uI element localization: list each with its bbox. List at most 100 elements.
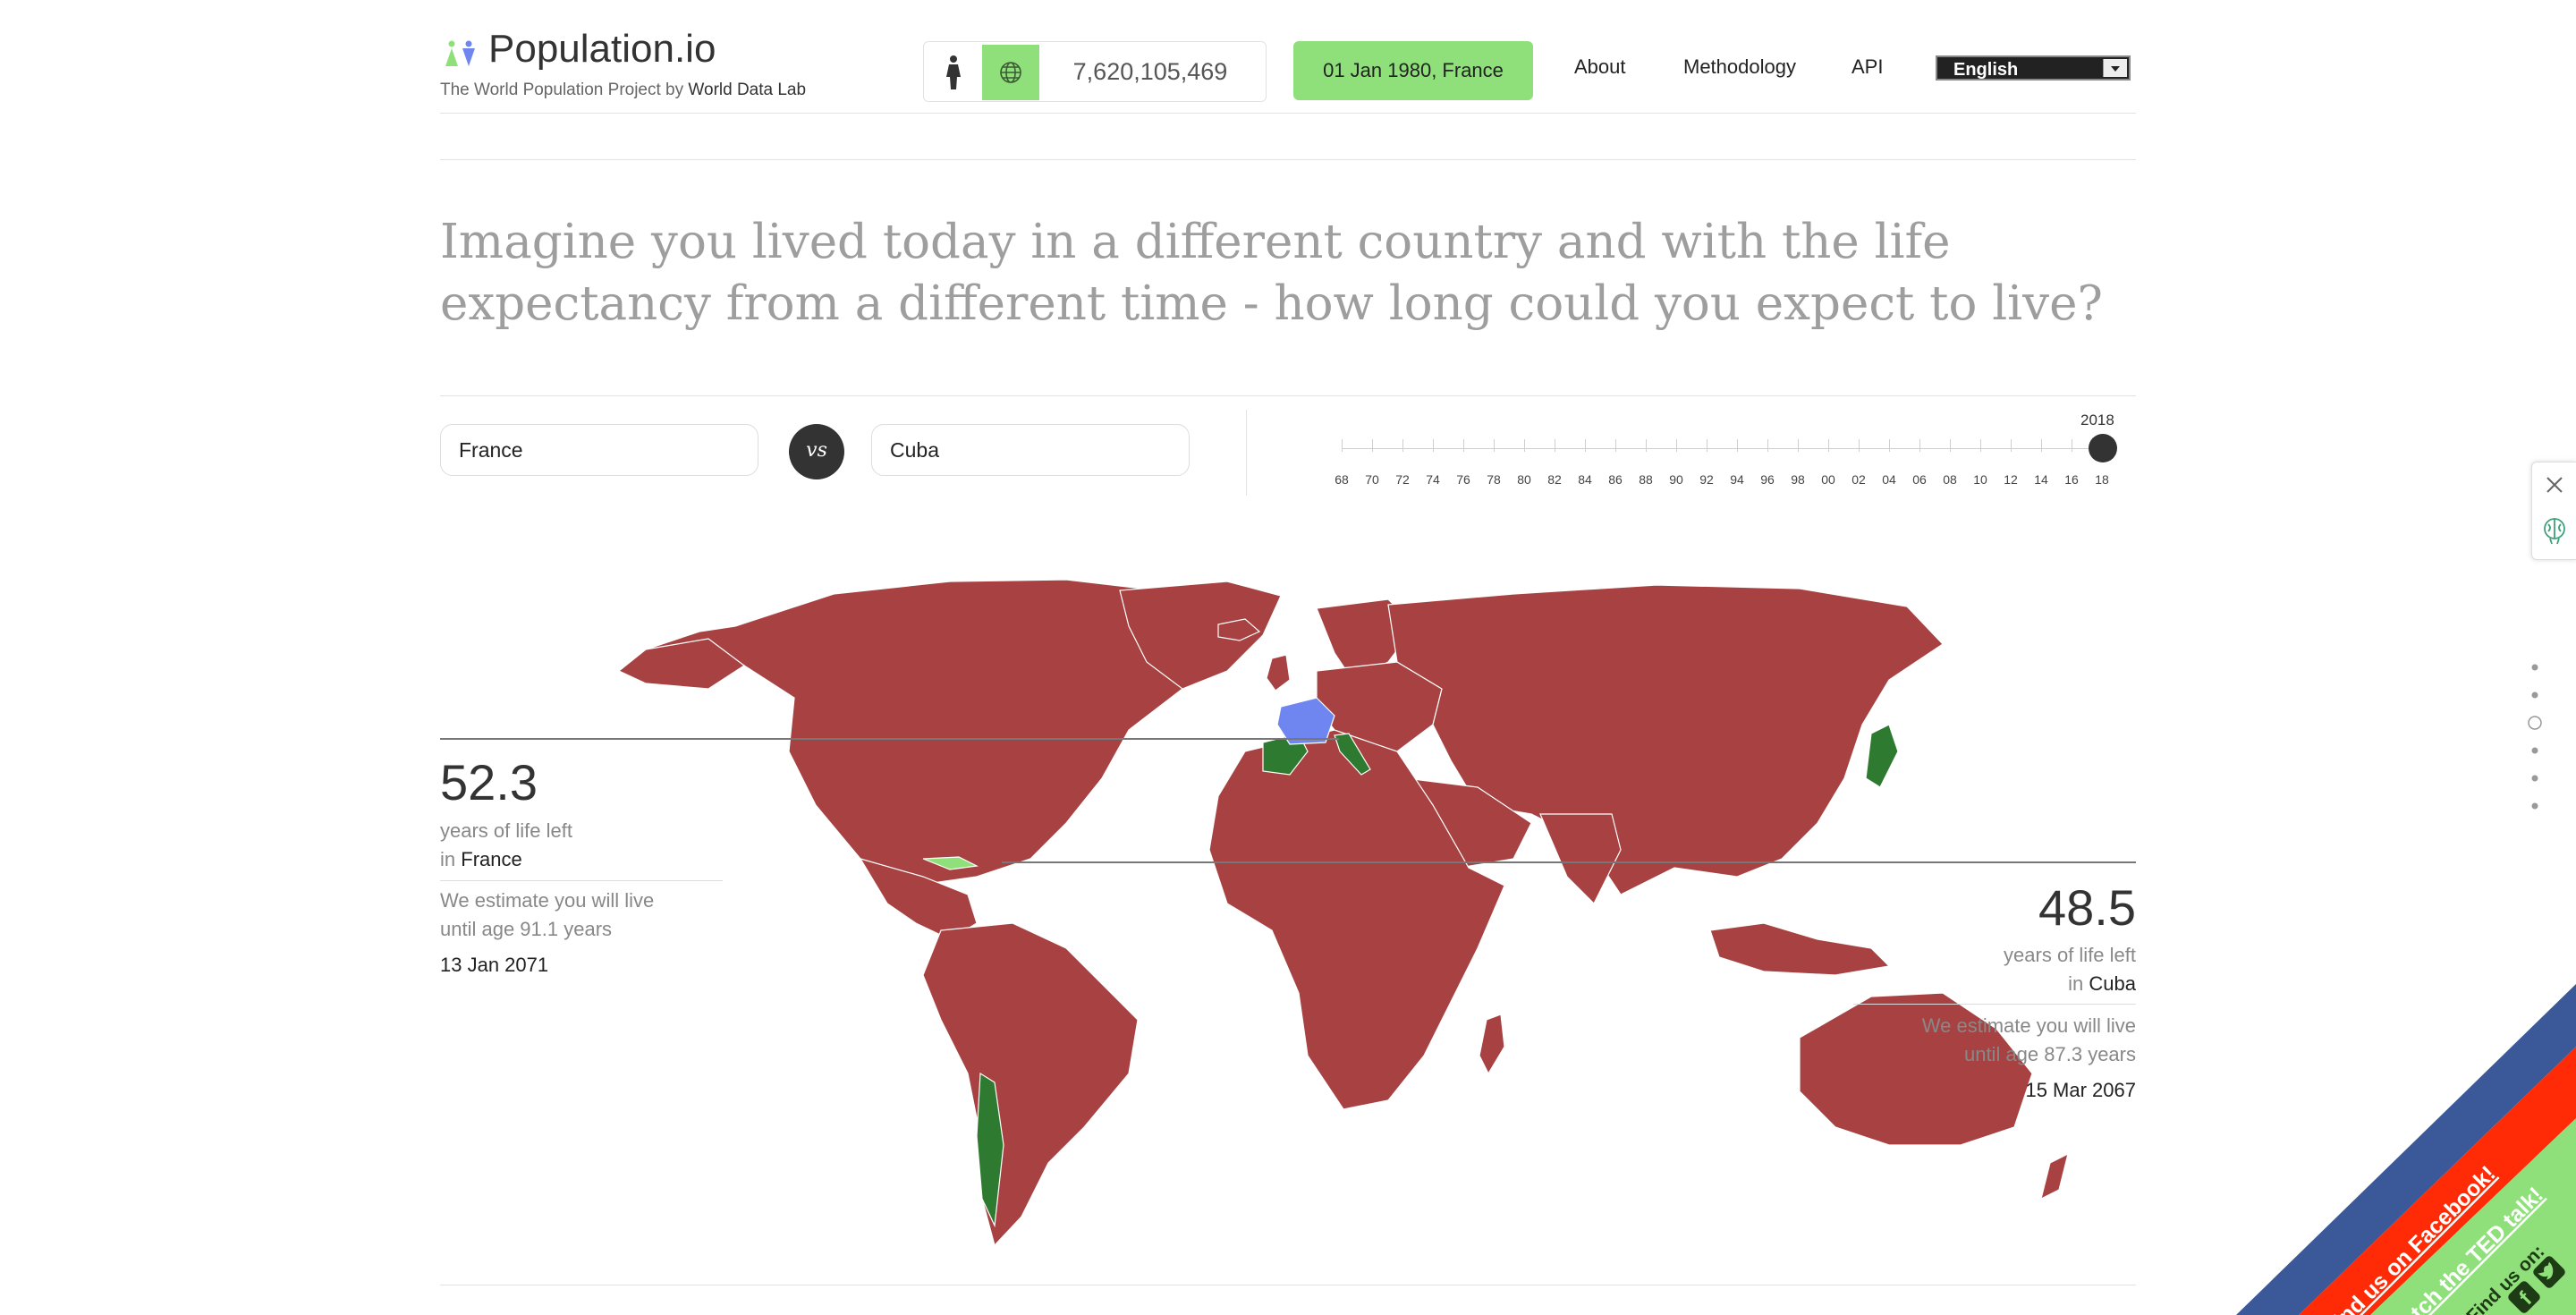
- timeline-tick-label[interactable]: 76: [1456, 472, 1470, 487]
- question-divider: [440, 395, 2136, 396]
- right-date: 15 Mar 2067: [2025, 1079, 2136, 1101]
- timeline-tick: [1889, 439, 1890, 452]
- birthdate-country-button[interactable]: 01 Jan 1980, France: [1293, 41, 1533, 100]
- year-timeline[interactable]: [1342, 439, 2104, 452]
- world-population-count: 7,620,105,469: [1072, 58, 1228, 85]
- timeline-tick-label[interactable]: 16: [2064, 472, 2079, 487]
- world-map[interactable]: [440, 573, 2136, 1252]
- timeline-tick: [1828, 439, 1829, 452]
- nav-about[interactable]: About: [1574, 55, 1626, 79]
- section-dot[interactable]: [2531, 775, 2538, 782]
- person-button[interactable]: [927, 45, 980, 98]
- left-estimate-line2: until age 91.1 years: [440, 918, 613, 940]
- timeline-tick-label[interactable]: 70: [1365, 472, 1379, 487]
- chevron-down-icon: [2103, 59, 2127, 77]
- left-country-line: in France: [440, 848, 522, 871]
- timeline-tick-label[interactable]: 96: [1760, 472, 1775, 487]
- map-north-america: [643, 579, 1210, 887]
- timeline-tick: [1646, 439, 1647, 452]
- globe-icon: [1000, 62, 1021, 83]
- section-dot[interactable]: [2531, 664, 2538, 671]
- timeline-tick-label[interactable]: 90: [1669, 472, 1683, 487]
- left-date: 13 Jan 2071: [440, 954, 549, 976]
- timeline-tick-label[interactable]: 00: [1821, 472, 1835, 487]
- left-estimate-line1: We estimate you will live: [440, 889, 655, 912]
- timeline-tick-label[interactable]: 08: [1943, 472, 1957, 487]
- timeline-tick-label[interactable]: 12: [2004, 472, 2018, 487]
- timeline-tick-label[interactable]: 98: [1791, 472, 1805, 487]
- timeline-tick-label[interactable]: 14: [2034, 472, 2048, 487]
- brain-icon[interactable]: [2541, 516, 2568, 547]
- map-uk: [1266, 654, 1291, 691]
- logo-title[interactable]: Population.io: [488, 27, 716, 72]
- timeline-selected-year: 2018: [2080, 411, 2114, 428]
- timeline-tick-label[interactable]: 80: [1517, 472, 1531, 487]
- timeline-handle[interactable]: [2089, 434, 2117, 462]
- header-divider: [440, 113, 2136, 114]
- timeline-tick-label[interactable]: 02: [1852, 472, 1866, 487]
- timeline-tick-label[interactable]: 74: [1426, 472, 1440, 487]
- timeline-tick-label[interactable]: 04: [1882, 472, 1896, 487]
- timeline-tick: [1798, 439, 1799, 452]
- timeline-tick: [1494, 439, 1495, 452]
- map-japan: [1865, 724, 1899, 788]
- timeline-tick-label[interactable]: 82: [1547, 472, 1562, 487]
- right-guide-line: [1002, 861, 2136, 863]
- timeline-tick: [1585, 439, 1586, 452]
- right-divider: [1853, 1004, 2136, 1005]
- tagline-brand[interactable]: World Data Lab: [688, 81, 806, 99]
- left-in-prefix: in: [440, 848, 462, 870]
- timeline-tick: [1950, 439, 1951, 452]
- right-estimate-line1: We estimate you will live: [1921, 1014, 2136, 1037]
- left-years-left: 52.3: [440, 754, 538, 810]
- timeline-tick: [1980, 439, 1981, 452]
- right-country-name: Cuba: [2089, 972, 2136, 995]
- timeline-tick: [2041, 439, 2042, 452]
- timeline-tick: [1615, 439, 1616, 452]
- timeline-tick-label[interactable]: 06: [1912, 472, 1927, 487]
- right-in-prefix: in: [2068, 972, 2089, 995]
- person-icon: [946, 55, 961, 89]
- tagline-prefix: The World Population Project by: [440, 81, 689, 99]
- section-question: Imagine you lived today in a different c…: [440, 215, 2103, 331]
- timeline-tick-label[interactable]: 78: [1487, 472, 1501, 487]
- timeline-tick: [1919, 439, 1920, 452]
- timeline-tick: [1372, 439, 1373, 452]
- timeline-tick: [1767, 439, 1768, 452]
- right-country-input[interactable]: Cuba: [871, 424, 1190, 476]
- left-country-input[interactable]: France: [440, 424, 758, 476]
- timeline-tick-label[interactable]: 92: [1699, 472, 1714, 487]
- timeline-tick: [1524, 439, 1525, 452]
- map-south-america: [922, 922, 1139, 1247]
- side-widget: [2531, 462, 2576, 560]
- timeline-tick-label[interactable]: 88: [1639, 472, 1653, 487]
- language-value: English: [1953, 60, 2019, 80]
- close-icon[interactable]: [2543, 473, 2566, 496]
- timeline-tick-label[interactable]: 68: [1335, 472, 1349, 487]
- right-years-left: 48.5: [2038, 879, 2136, 936]
- section-dot[interactable]: [2531, 802, 2538, 810]
- vs-button[interactable]: vs: [789, 424, 844, 479]
- globe-button[interactable]: [982, 45, 1039, 100]
- timeline-tick: [1737, 439, 1738, 452]
- section-divider: [440, 159, 2136, 160]
- map-indonesia: [1709, 922, 1891, 976]
- timeline-tick-label[interactable]: 10: [1973, 472, 1987, 487]
- left-guide-line: [440, 738, 1339, 740]
- social-ribbons[interactable]: Find us on Facebook! Watch the TED talk!…: [2236, 984, 2576, 1315]
- timeline-tick-label[interactable]: 86: [1608, 472, 1623, 487]
- nav-methodology[interactable]: Methodology: [1683, 55, 1796, 79]
- language-select[interactable]: English: [1936, 55, 2131, 81]
- timeline-tick-label[interactable]: 18: [2095, 472, 2109, 487]
- timeline-tick: [1676, 439, 1677, 452]
- section-dot[interactable]: [2528, 716, 2542, 730]
- nav-api[interactable]: API: [1852, 55, 1883, 79]
- section-dots[interactable]: [2528, 660, 2542, 812]
- timeline-tick: [1463, 439, 1464, 452]
- section-dot[interactable]: [2531, 691, 2538, 699]
- section-dot[interactable]: [2531, 747, 2538, 754]
- timeline-tick-label[interactable]: 84: [1578, 472, 1592, 487]
- timeline-tick-label[interactable]: 94: [1730, 472, 1744, 487]
- right-estimate-line2: until age 87.3 years: [1963, 1043, 2136, 1065]
- timeline-tick-label[interactable]: 72: [1395, 472, 1410, 487]
